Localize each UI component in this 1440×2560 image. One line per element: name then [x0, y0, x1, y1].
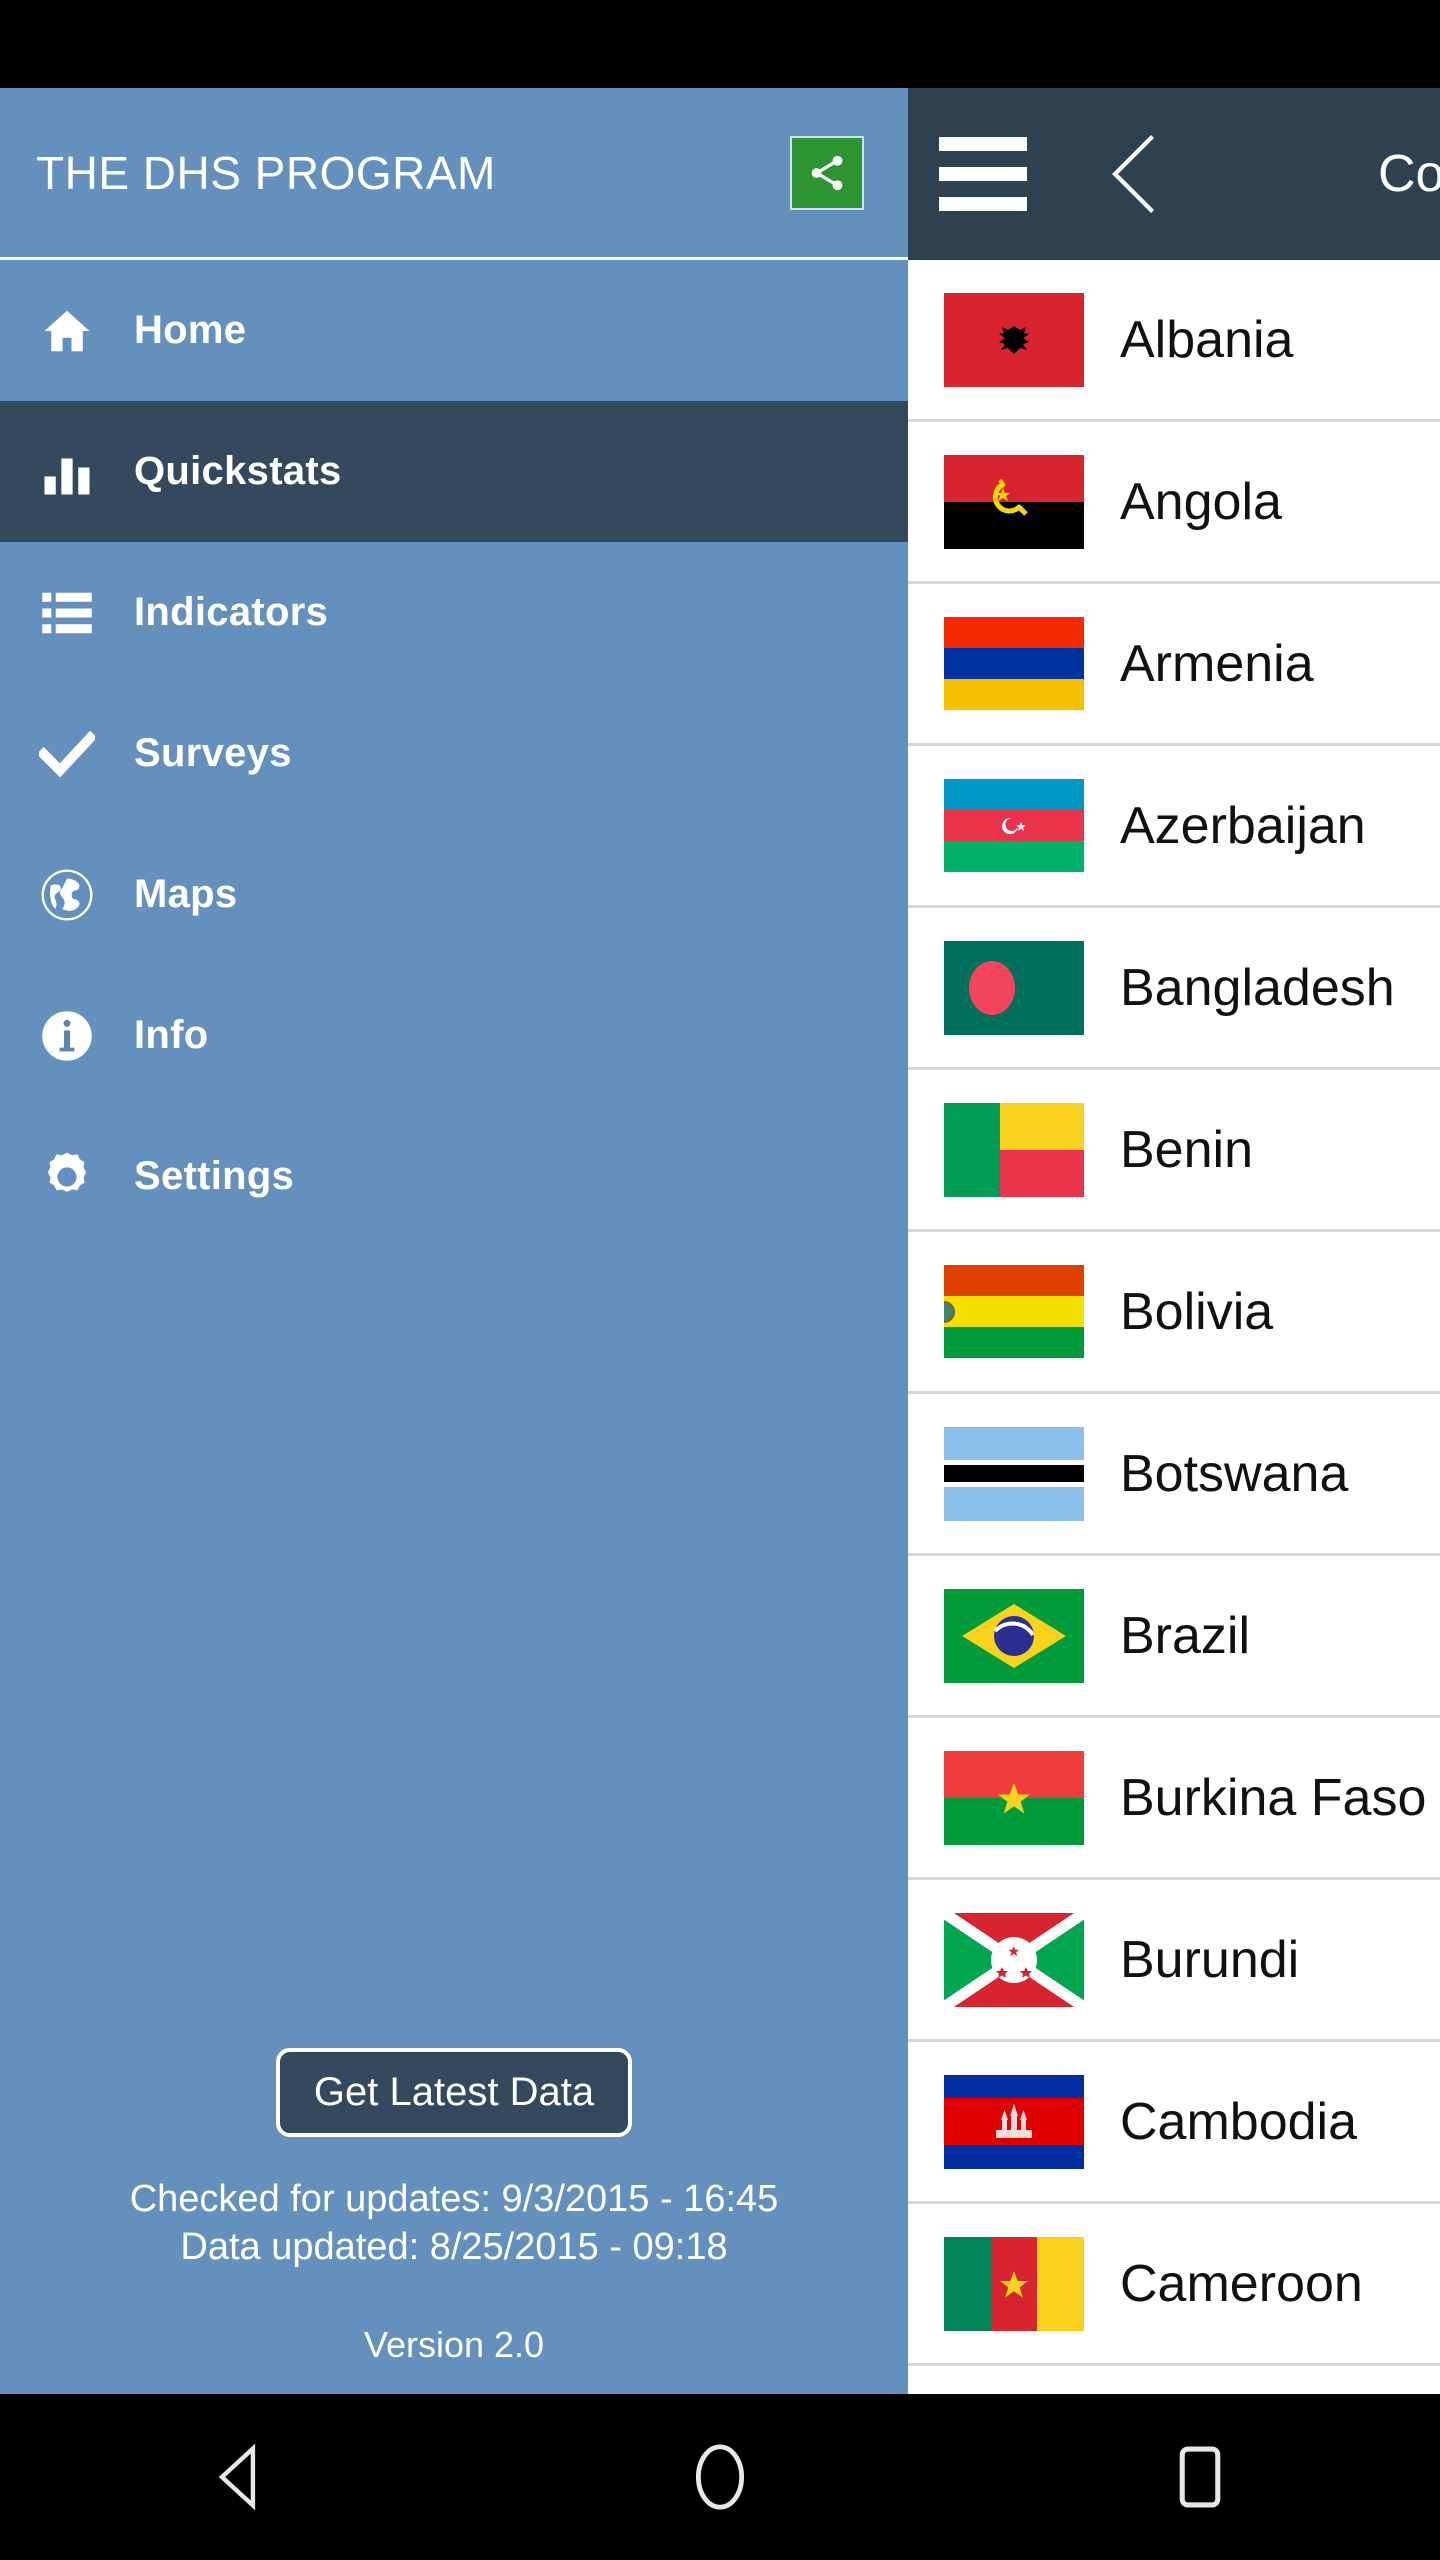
back-button[interactable]	[140, 2443, 340, 2511]
country-name: Benin	[1120, 1120, 1253, 1179]
bar-chart-icon	[26, 445, 108, 499]
share-icon	[811, 155, 843, 190]
hamburger-menu-icon[interactable]	[908, 137, 1058, 211]
home-icon	[26, 304, 108, 358]
sidebar-item-label: Quickstats	[134, 449, 342, 493]
globe-icon	[26, 867, 108, 923]
country-name: Burkina Faso	[1120, 1768, 1427, 1827]
status-bar	[0, 0, 1440, 88]
list-item[interactable]: Cameroon	[908, 2204, 1440, 2366]
country-name: Botswana	[1120, 1444, 1349, 1503]
sidebar-item-info[interactable]: Info	[0, 965, 908, 1106]
sidebar-item-label: Home	[134, 308, 247, 352]
country-name: Brazil	[1120, 1606, 1251, 1665]
flag-angola	[944, 454, 1084, 549]
app-bar-title: Countries	[1378, 145, 1440, 203]
list-item[interactable]: Azerbaijan	[908, 746, 1440, 908]
chevron-left-icon[interactable]	[1058, 126, 1208, 222]
country-name: Burundi	[1120, 1930, 1300, 1989]
country-name: Bolivia	[1120, 1282, 1274, 1341]
country-name: Cameroon	[1120, 2254, 1363, 2313]
country-name: Albania	[1120, 310, 1294, 369]
flag-botswana	[944, 1426, 1084, 1521]
flag-azerbaijan	[944, 778, 1084, 873]
flag-bangladesh	[944, 940, 1084, 1035]
sidebar-item-label: Surveys	[134, 731, 292, 775]
list-item[interactable]: Benin	[908, 1070, 1440, 1232]
sidebar-item-label: Info	[134, 1013, 209, 1057]
sidebar-item-label: Indicators	[134, 590, 329, 634]
app-bar: Countries	[908, 88, 1440, 260]
sidebar-item-settings[interactable]: Settings	[0, 1106, 908, 1247]
gear-icon	[26, 1149, 108, 1205]
drawer-footer: Get Latest Data Checked for updates: 9/3…	[0, 2047, 908, 2366]
list-item[interactable]: Angola	[908, 422, 1440, 584]
list-item[interactable]: Bolivia	[908, 1232, 1440, 1394]
info-icon	[26, 1008, 108, 1064]
flag-albania	[944, 292, 1084, 387]
checked-for-updates-text: Checked for updates: 9/3/2015 - 16:45	[129, 2177, 779, 2220]
country-list-panel: Countries Albania	[908, 88, 1440, 2394]
list-item[interactable]: Armenia	[908, 584, 1440, 746]
app-title: THE DHS PROGRAM	[36, 146, 496, 199]
drawer-menu: Home Quickstats Indicators Surveys Maps …	[0, 260, 908, 1247]
drawer-header: THE DHS PROGRAM	[0, 88, 908, 260]
country-name: Bangladesh	[1120, 958, 1395, 1017]
share-button[interactable]	[790, 135, 864, 210]
country-name: Angola	[1120, 472, 1282, 531]
list-item[interactable]: Botswana	[908, 1394, 1440, 1556]
list-item[interactable]	[908, 2366, 1440, 2394]
flag-burkina-faso	[944, 1750, 1084, 1845]
android-navigation-bar	[0, 2394, 1440, 2560]
sidebar-item-home[interactable]: Home	[0, 260, 908, 401]
list-item[interactable]: Burkina Faso	[908, 1718, 1440, 1880]
sidebar-item-maps[interactable]: Maps	[0, 824, 908, 965]
flag-armenia	[944, 616, 1084, 711]
home-button[interactable]	[620, 2440, 820, 2514]
sidebar-item-indicators[interactable]: Indicators	[0, 542, 908, 683]
country-name: Cambodia	[1120, 2092, 1358, 2151]
sidebar-item-label: Maps	[134, 872, 238, 916]
list-item[interactable]: Cambodia	[908, 2042, 1440, 2204]
flag-brazil	[944, 1588, 1084, 1683]
list-icon	[26, 586, 108, 640]
list-item[interactable]: Burundi	[908, 1880, 1440, 2042]
flag-cambodia	[944, 2074, 1084, 2169]
recents-button[interactable]	[1100, 2444, 1300, 2510]
country-list[interactable]: Albania Angola Armenia Azerbaijan Bangla…	[908, 260, 1440, 2394]
country-name: Armenia	[1120, 634, 1314, 693]
device-screen: THE DHS PROGRAM Home Quickstats Indicato…	[0, 0, 1440, 2560]
flag-bolivia	[944, 1264, 1084, 1359]
check-icon	[26, 726, 108, 782]
list-item[interactable]: Bangladesh	[908, 908, 1440, 1070]
country-name: Azerbaijan	[1120, 796, 1366, 855]
flag-cameroon	[944, 2236, 1084, 2331]
data-updated-text: Data updated: 8/25/2015 - 09:18	[180, 2226, 728, 2269]
flag-benin	[944, 1102, 1084, 1197]
sidebar-item-label: Settings	[134, 1154, 295, 1198]
flag-burundi	[944, 1912, 1084, 2007]
get-latest-data-button[interactable]: Get Latest Data	[275, 2047, 633, 2137]
list-item[interactable]: Brazil	[908, 1556, 1440, 1718]
version-text: Version 2.0	[363, 2324, 545, 2365]
navigation-drawer: THE DHS PROGRAM Home Quickstats Indicato…	[0, 88, 908, 2394]
sidebar-item-surveys[interactable]: Surveys	[0, 683, 908, 824]
sidebar-item-quickstats[interactable]: Quickstats	[0, 401, 908, 542]
list-item[interactable]: Albania	[908, 260, 1440, 422]
